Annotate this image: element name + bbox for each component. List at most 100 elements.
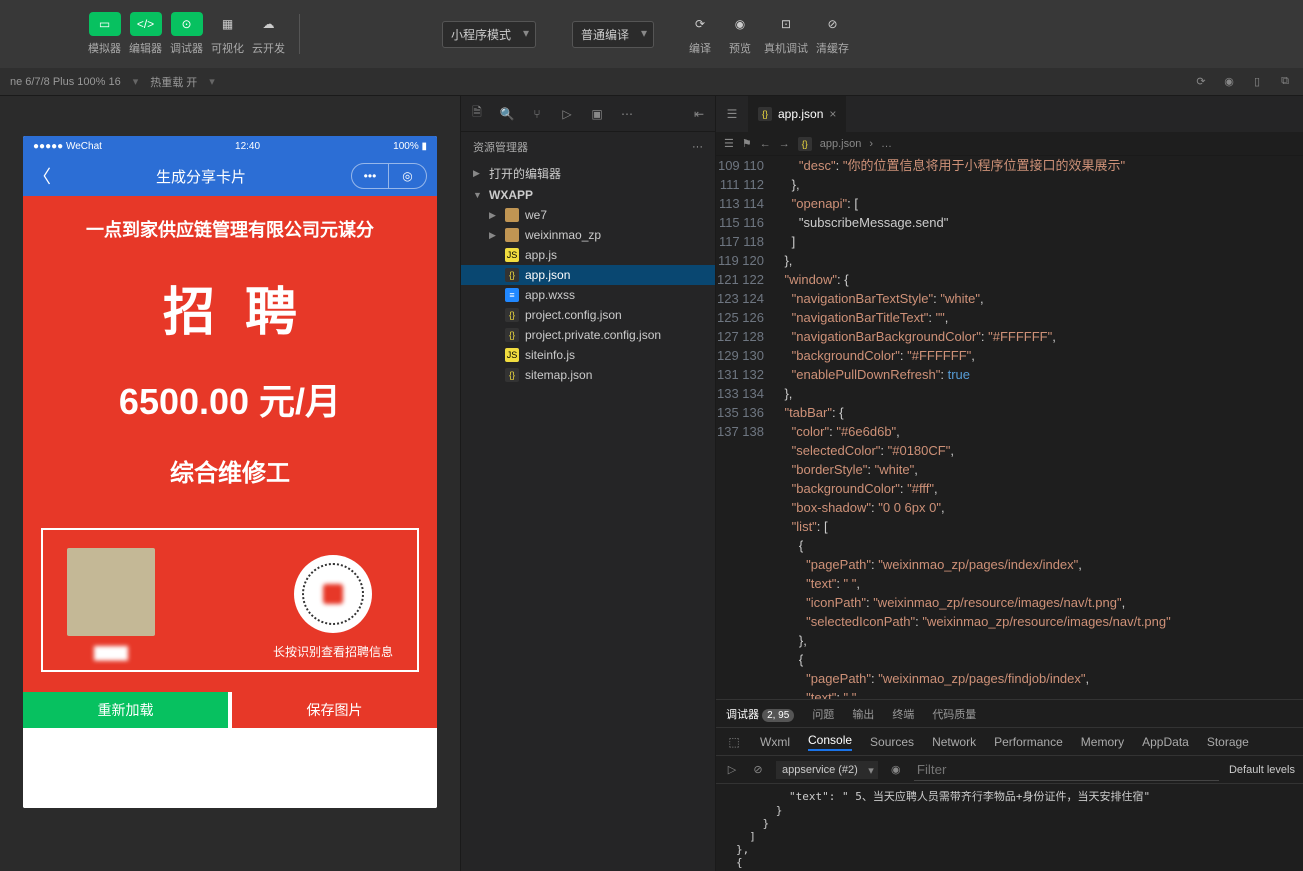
compile-button[interactable]: ⟳编译 xyxy=(684,12,716,56)
qr-hint: 长按识别查看招聘信息 xyxy=(273,643,393,660)
tab-terminal[interactable]: 终端 xyxy=(892,706,914,722)
qr-section: ████ 长按识别查看招聘信息 xyxy=(41,528,419,672)
branch-icon[interactable]: ⑂ xyxy=(529,106,545,122)
collapse-icon[interactable]: ⇤ xyxy=(691,106,707,122)
file-we7[interactable]: ▶we7 xyxy=(461,205,715,225)
devtab-console[interactable]: Console xyxy=(808,733,852,751)
rotate-icon[interactable]: ▯ xyxy=(1249,74,1265,90)
levels-select[interactable]: Default levels xyxy=(1229,764,1295,776)
reload-button[interactable]: 重新加载 xyxy=(23,692,228,728)
code-icon: </> xyxy=(130,12,162,36)
file-project.config.json[interactable]: {}project.config.json xyxy=(461,305,715,325)
editor-panel: ☰ {} app.json × ☰ ⚑ ← → {} app.json › … … xyxy=(716,96,1303,871)
devtab-sources[interactable]: Sources xyxy=(870,735,914,749)
inspect-icon[interactable]: ⬚ xyxy=(726,734,742,750)
file-tree: ▶打开的编辑器 ▼WXAPP ▶we7▶weixinmao_zpJSapp.js… xyxy=(461,162,715,871)
editor-button[interactable]: </>编辑器 xyxy=(129,12,162,56)
file-sitemap.json[interactable]: {}sitemap.json xyxy=(461,365,715,385)
explorer-title: 资源管理器 xyxy=(473,139,528,155)
product-image xyxy=(67,548,155,636)
device-icon: ⊡ xyxy=(770,12,802,36)
devtab-network[interactable]: Network xyxy=(932,735,976,749)
file-app.json[interactable]: {}app.json xyxy=(461,265,715,285)
code-editor[interactable]: 109 110 111 112 113 114 115 116 117 118 … xyxy=(716,156,1303,699)
device-label[interactable]: ne 6/7/8 Plus 100% 16 xyxy=(10,76,121,88)
opened-editors[interactable]: ▶打开的编辑器 xyxy=(461,162,715,185)
file-weixinmao_zp[interactable]: ▶weixinmao_zp xyxy=(461,225,715,245)
bottom-panel: 调试器 2, 95 问题 输出 终端 代码质量 ⬚ Wxml Console S… xyxy=(716,699,1303,871)
tab-output[interactable]: 输出 xyxy=(852,706,874,722)
time-label: 12:40 xyxy=(235,141,260,152)
devtab-memory[interactable]: Memory xyxy=(1081,735,1124,749)
folder-icon xyxy=(505,208,519,222)
wxss-icon: ≡ xyxy=(505,288,519,302)
outline-icon[interactable]: ☰ xyxy=(724,106,740,122)
eye-icon[interactable]: ◉ xyxy=(888,762,904,778)
file-app.js[interactable]: JSapp.js xyxy=(461,245,715,265)
refresh-icon[interactable]: ⟳ xyxy=(1193,74,1209,90)
position-text: 综合维修工 xyxy=(23,453,437,488)
devtab-wxml[interactable]: Wxml xyxy=(760,735,790,749)
bookmark-icon[interactable]: ⚑ xyxy=(742,137,752,150)
devtab-performance[interactable]: Performance xyxy=(994,735,1063,749)
forward-icon[interactable]: → xyxy=(779,138,790,150)
tab-quality[interactable]: 代码质量 xyxy=(932,706,976,722)
tab-debugger[interactable]: 调试器 2, 95 xyxy=(726,706,794,722)
files-icon[interactable]: 🗎 xyxy=(469,106,485,122)
devtab-appdata[interactable]: AppData xyxy=(1142,735,1189,749)
cut-icon[interactable]: ⧉ xyxy=(1277,74,1293,90)
devtab-storage[interactable]: Storage xyxy=(1207,735,1249,749)
grid-icon: ▦ xyxy=(212,12,244,36)
carrier-label: ●●●●● WeChat xyxy=(33,141,102,152)
file-app.wxss[interactable]: ≡app.wxss xyxy=(461,285,715,305)
play-icon[interactable]: ▷ xyxy=(724,762,740,778)
simulator-panel: ●●●●● WeChat 12:40 100% ▮ 〈 生成分享卡片 ••• ◎… xyxy=(0,96,460,871)
preview-button[interactable]: ◉预览 xyxy=(724,12,756,56)
console-output[interactable]: "text": " 5、当天应聘人员需带齐行李物品+身份证件，当天安排住宿" }… xyxy=(716,784,1303,871)
more-icon[interactable]: ⋯ xyxy=(619,106,635,122)
debug-icon[interactable]: ▷ xyxy=(559,106,575,122)
simulator-button[interactable]: ▭模拟器 xyxy=(88,12,121,56)
status-bar: ne 6/7/8 Plus 100% 16 ▾ 热重载 开 ▾ ⟳ ◉ ▯ ⧉ xyxy=(0,68,1303,96)
mode-select[interactable]: 小程序模式 xyxy=(442,21,536,48)
record-icon[interactable]: ◉ xyxy=(1221,74,1237,90)
breadcrumb-more[interactable]: … xyxy=(881,138,892,150)
close-capsule[interactable]: ◎ xyxy=(389,163,427,189)
ext-icon[interactable]: ▣ xyxy=(589,106,605,122)
breadcrumb-file[interactable]: app.json xyxy=(820,138,862,150)
cache-button[interactable]: ⊘清缓存 xyxy=(816,12,849,56)
save-button[interactable]: 保存图片 xyxy=(232,692,437,728)
clear-icon[interactable]: ⊘ xyxy=(750,762,766,778)
tab-app-json[interactable]: {} app.json × xyxy=(748,96,846,132)
tab-problems[interactable]: 问题 xyxy=(812,706,834,722)
file-siteinfo.js[interactable]: JSsiteinfo.js xyxy=(461,345,715,365)
more-icon[interactable]: ··· xyxy=(692,141,703,153)
qrcode-image xyxy=(294,555,372,633)
json-icon: {} xyxy=(798,137,812,151)
share-card: 一点到家供应链管理有限公司元谋分 招聘 6500.00 元/月 综合维修工 ██… xyxy=(23,196,437,692)
search-icon[interactable]: 🔍 xyxy=(499,106,515,122)
filter-input[interactable] xyxy=(914,759,1219,781)
hire-text: 招聘 xyxy=(23,270,437,345)
cloud-icon: ☁ xyxy=(253,12,285,36)
battery-label: 100% ▮ xyxy=(393,141,427,152)
close-icon[interactable]: × xyxy=(829,107,836,121)
blurred-text: ████ xyxy=(94,646,128,660)
visualize-button[interactable]: ▦可视化 xyxy=(211,12,244,56)
back-icon[interactable]: ← xyxy=(760,138,771,150)
debugger-button[interactable]: ⊙调试器 xyxy=(170,12,203,56)
json-icon: {} xyxy=(758,107,772,121)
root-folder[interactable]: ▼WXAPP xyxy=(461,185,715,205)
hotreload-label[interactable]: 热重载 开 xyxy=(150,74,197,90)
refresh-icon: ⟳ xyxy=(684,12,716,36)
folder-icon xyxy=(505,228,519,242)
list-icon[interactable]: ☰ xyxy=(724,137,734,150)
compile-select[interactable]: 普通编译 xyxy=(572,21,654,48)
menu-capsule[interactable]: ••• xyxy=(351,163,389,189)
main-toolbar: ▭模拟器 </>编辑器 ⊙调试器 ▦可视化 ☁云开发 小程序模式 普通编译 ⟳编… xyxy=(0,0,1303,68)
context-select[interactable]: appservice (#2) xyxy=(776,761,878,779)
file-project.private.config.json[interactable]: {}project.private.config.json xyxy=(461,325,715,345)
realdevice-button[interactable]: ⊡真机调试 xyxy=(764,12,808,56)
cloud-button[interactable]: ☁云开发 xyxy=(252,12,285,56)
back-icon[interactable]: 〈 xyxy=(33,163,51,189)
